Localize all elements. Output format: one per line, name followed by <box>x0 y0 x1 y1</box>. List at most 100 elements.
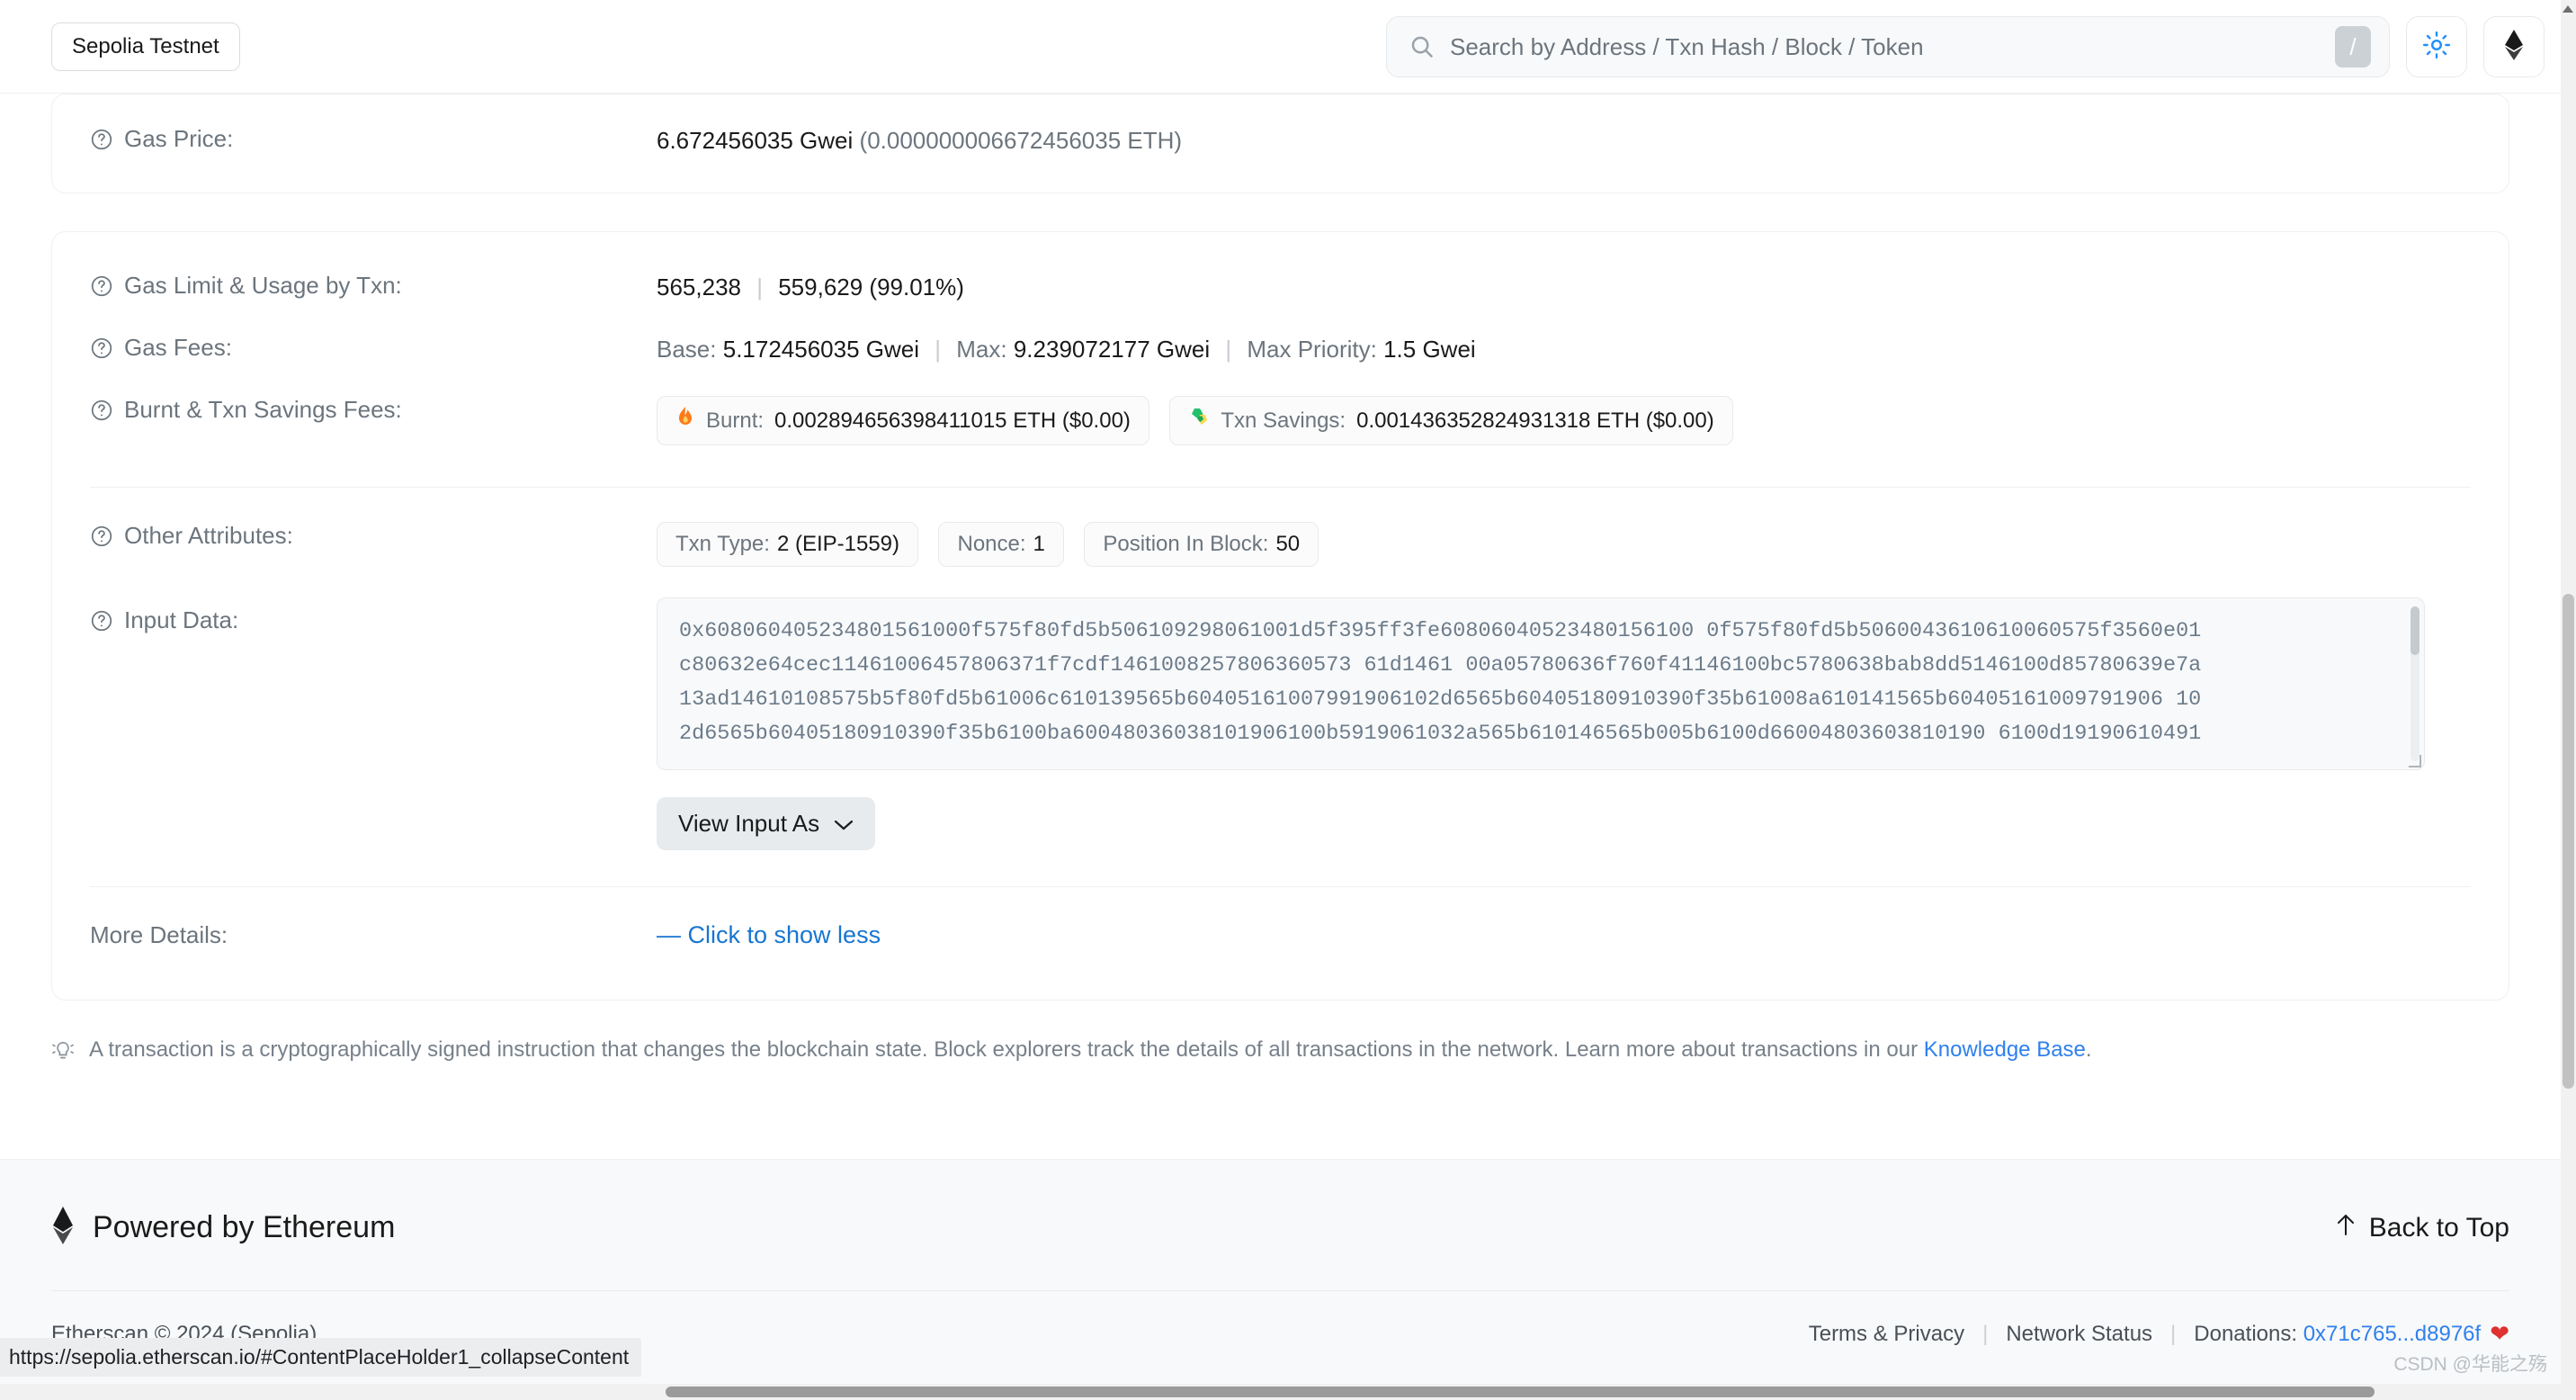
note-text-before: A transaction is a cryptographically sig… <box>89 1037 1924 1063</box>
burnt-savings-row: Burnt & Txn Savings Fees: Burnt: 0.00289… <box>52 396 2509 476</box>
input-data-line: 2d6565b60405180910390f35b6100ba600480360… <box>679 722 2202 747</box>
search-icon <box>1409 33 1436 60</box>
input-data-textarea[interactable]: 0x608060405234801561000f575f80fd5b506109… <box>657 597 2425 771</box>
txn-type-value: 2 (EIP-1559) <box>776 532 900 557</box>
gas-fees-base-value: 5.172456035 Gwei <box>722 336 920 363</box>
txn-savings-label: Txn Savings: <box>1221 408 1346 433</box>
chevron-down-icon <box>834 810 854 838</box>
input-data-row: Input Data: 0x608060405234801561000f575f… <box>52 597 2509 875</box>
value-separator: | <box>756 274 763 301</box>
transaction-details-content: Gas Price: 6.672456035 Gwei (0.000000006… <box>0 94 2561 1065</box>
chain-switch-button[interactable] <box>2483 16 2545 77</box>
ethereum-diamond-icon <box>51 1207 75 1249</box>
search-input-placeholder[interactable]: Search by Address / Txn Hash / Block / T… <box>1450 33 2335 61</box>
donations-address-link[interactable]: 0x71c765...d8976f <box>2303 1322 2482 1347</box>
txn-savings-badge: Txn Savings: 0.001436352824931318 ETH ($… <box>1169 396 1733 446</box>
burnt-fee-badge: Burnt: 0.002894656398411015 ETH ($0.00) <box>657 396 1149 446</box>
other-attributes-label-text: Other Attributes: <box>124 522 293 550</box>
more-details-toggle-link[interactable]: — Click to show less <box>657 921 881 949</box>
question-circle-icon[interactable] <box>90 337 113 360</box>
input-data-label-text: Input Data: <box>124 606 239 634</box>
arrow-up-icon <box>2335 1213 2357 1243</box>
input-data-container: 0x608060405234801561000f575f80fd5b506109… <box>657 597 2425 851</box>
gas-fees-row: Gas Fees: Base: 5.172456035 Gwei | Max: … <box>52 334 2509 396</box>
input-data-resize-handle[interactable] <box>2409 755 2421 768</box>
watermark: CSDN @华能之殇 <box>2393 1354 2547 1375</box>
gas-fees-label: Gas Fees: <box>52 334 657 362</box>
gas-price-label-text: Gas Price: <box>124 125 234 152</box>
other-attributes-row: Other Attributes: Txn Type: 2 (EIP-1559)… <box>52 488 2509 597</box>
question-circle-icon[interactable] <box>90 128 113 151</box>
other-attributes-label: Other Attributes: <box>52 522 657 550</box>
gas-fees-label-text: Gas Fees: <box>124 334 232 362</box>
powered-by-ethereum: Powered by Ethereum <box>51 1207 395 1249</box>
position-in-block-badge: Position In Block: 50 <box>1084 522 1319 568</box>
input-data-scrollbar-thumb[interactable] <box>2411 606 2419 656</box>
gas-fees-max-value: 9.239072177 Gwei <box>1013 336 1211 363</box>
footer-links: Terms & Privacy | Network Status | Donat… <box>1809 1320 2509 1348</box>
input-data-textarea-wrapper[interactable]: 0x608060405234801561000f575f80fd5b506109… <box>657 597 2425 771</box>
scroll-up-arrow-icon[interactable] <box>2563 5 2573 13</box>
back-to-top-label: Back to Top <box>2368 1212 2509 1243</box>
gas-fees-max-priority-value: 1.5 Gwei <box>1383 336 1476 363</box>
transaction-note-text: A transaction is a cryptographically sig… <box>89 1035 2092 1065</box>
search-box[interactable]: Search by Address / Txn Hash / Block / T… <box>1386 16 2390 77</box>
transaction-note: A transaction is a cryptographically sig… <box>51 1035 2509 1065</box>
question-circle-icon[interactable] <box>90 609 113 633</box>
value-separator: | <box>935 336 942 363</box>
note-text-after: . <box>2085 1037 2092 1063</box>
nonce-badge: Nonce: 1 <box>938 522 1064 568</box>
vertical-scrollbar-thumb[interactable] <box>2563 594 2574 1089</box>
etherscan-transaction-page: Sepolia Testnet Search by Address / Txn … <box>0 0 2576 1400</box>
money-savings-icon <box>1188 406 1210 435</box>
gas-limit: 565,238 <box>657 274 741 301</box>
horizontal-scrollbar-thumb[interactable] <box>666 1387 2375 1397</box>
sun-icon <box>2422 31 2451 64</box>
transaction-extra-details-card: Gas Limit & Usage by Txn: 565,238 | 559,… <box>51 231 2509 1001</box>
search-shortcut-badge: / <box>2335 26 2371 67</box>
browser-status-url: https://sepolia.etherscan.io/#ContentPla… <box>0 1338 642 1377</box>
input-data-label: Input Data: <box>52 597 657 634</box>
question-circle-icon[interactable] <box>90 399 113 422</box>
donations-label: Donations: <box>2194 1321 2298 1346</box>
theme-toggle-button[interactable] <box>2406 16 2467 77</box>
input-data-line: c80632e64cec11461006457806371f7cdf146100… <box>679 653 2202 678</box>
gas-fees-max-priority-label: Max Priority: <box>1247 336 1377 363</box>
network-status-link[interactable]: Network Status <box>2006 1322 2152 1347</box>
ethereum-diamond-icon <box>2504 29 2524 65</box>
view-input-as-button[interactable]: View Input As <box>657 797 876 851</box>
network-selector-button[interactable]: Sepolia Testnet <box>51 22 240 71</box>
input-data-line: 13ad14610108575b5f80fd5b61006c610139565b… <box>679 687 2202 713</box>
txn-savings-value: 0.001436352824931318 ETH ($0.00) <box>1356 408 1714 433</box>
question-circle-icon[interactable] <box>90 274 113 298</box>
more-details-label-text: More Details: <box>90 921 228 949</box>
more-details-row: More Details: — Click to show less <box>52 887 2509 1000</box>
gas-limit-usage-row: Gas Limit & Usage by Txn: 565,238 | 559,… <box>52 272 2509 334</box>
input-data-line: 0x608060405234801561000f575f80fd5b506109… <box>679 619 2202 644</box>
heart-icon: ❤ <box>2490 1320 2509 1347</box>
footer-top-bar: Powered by Ethereum Back to Top <box>0 1160 2561 1249</box>
gas-fees-base-label: Base: <box>657 336 717 363</box>
gas-price-row: Gas Price: 6.672456035 Gwei (0.000000006… <box>52 94 2509 193</box>
knowledge-base-link[interactable]: Knowledge Base <box>1924 1037 2086 1062</box>
gas-limit-usage-label-text: Gas Limit & Usage by Txn: <box>124 272 402 300</box>
question-circle-icon[interactable] <box>90 525 113 548</box>
gas-fees-value: Base: 5.172456035 Gwei | Max: 9.23907217… <box>657 334 1476 365</box>
terms-privacy-link[interactable]: Terms & Privacy <box>1809 1322 1964 1347</box>
gas-usage: 559,629 (99.01%) <box>778 274 964 301</box>
burnt-savings-label-text: Burnt & Txn Savings Fees: <box>124 396 402 424</box>
nonce-label: Nonce: <box>957 532 1026 557</box>
gas-limit-usage-value: 565,238 | 559,629 (99.01%) <box>657 272 964 303</box>
footer-link-separator: | <box>2170 1321 2177 1346</box>
txn-type-label: Txn Type: <box>675 532 770 557</box>
position-in-block-label: Position In Block: <box>1103 532 1269 557</box>
lightbulb-icon <box>51 1039 75 1063</box>
position-in-block-value: 50 <box>1275 532 1301 557</box>
header-right-controls: Search by Address / Txn Hash / Block / T… <box>1386 16 2545 77</box>
footer-link-separator: | <box>1982 1321 1989 1346</box>
burnt-value: 0.002894656398411015 ETH ($0.00) <box>774 408 1131 433</box>
powered-by-text: Powered by Ethereum <box>93 1210 396 1244</box>
other-attributes-badges: Txn Type: 2 (EIP-1559) Nonce: 1 Position… <box>657 522 1335 568</box>
back-to-top-button[interactable]: Back to Top <box>2335 1213 2509 1243</box>
view-input-as-label: View Input As <box>678 810 820 838</box>
